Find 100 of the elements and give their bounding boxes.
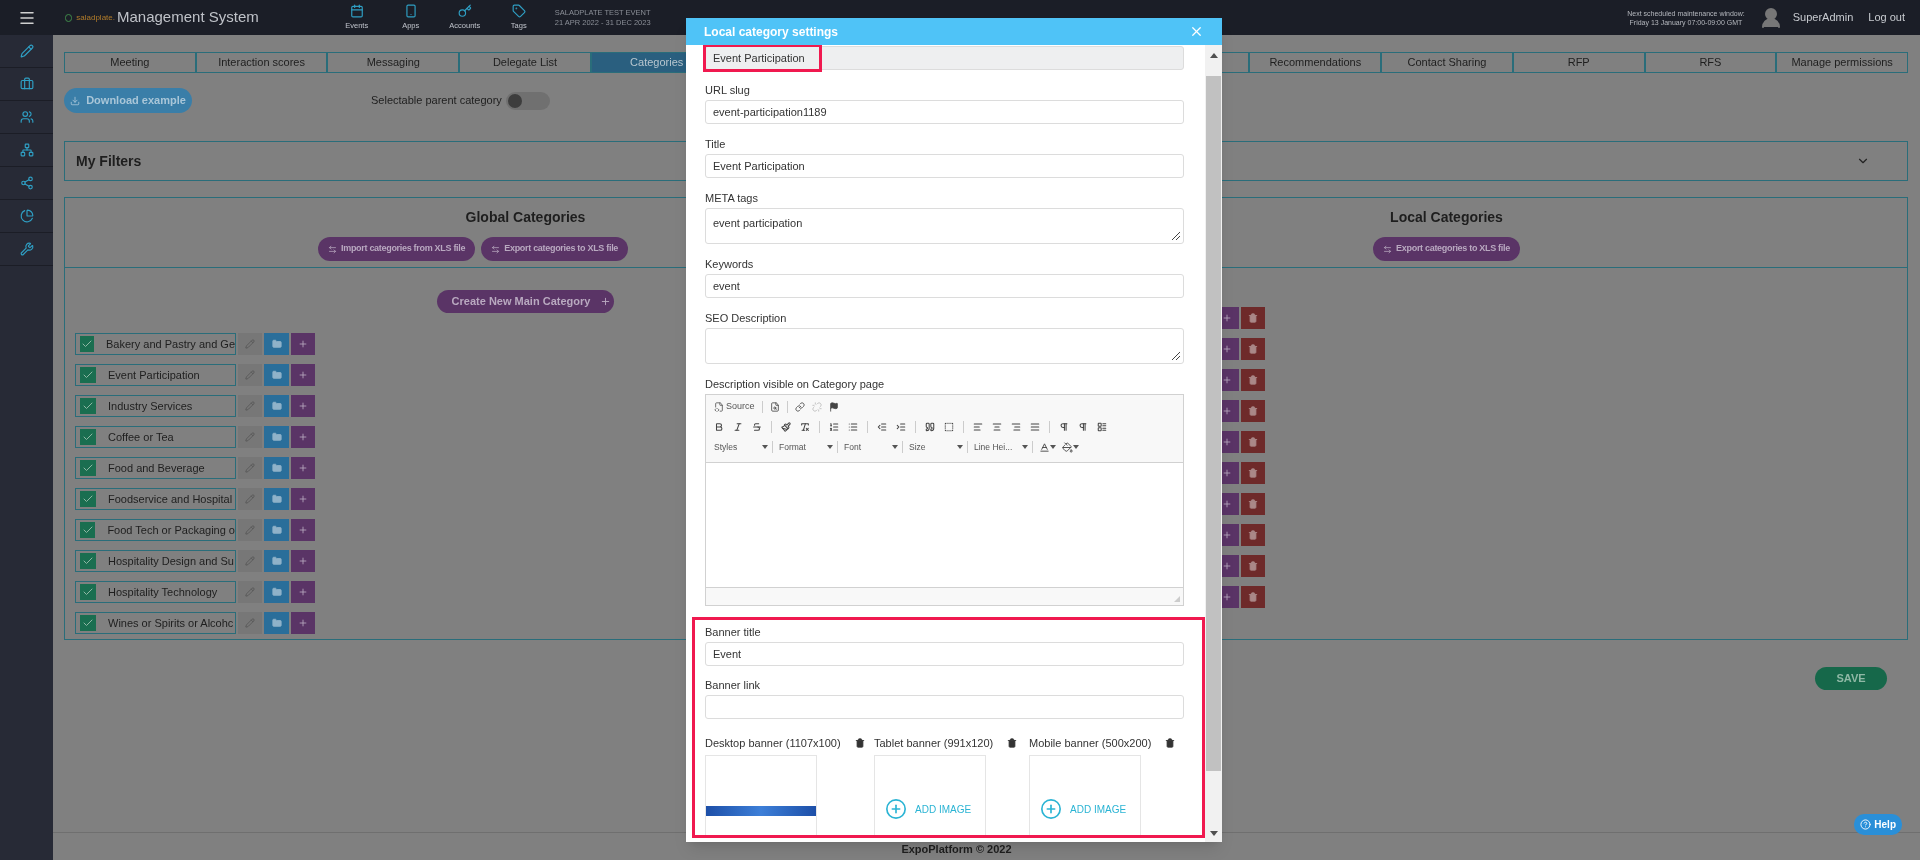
checkbox[interactable] [80, 553, 96, 569]
input-field[interactable]: Event [705, 642, 1184, 666]
input-field[interactable] [705, 695, 1184, 719]
checkbox[interactable] [80, 367, 96, 383]
add-image-button[interactable]: ADD IMAGE [1040, 798, 1140, 820]
download-button[interactable]: Download example [64, 88, 192, 113]
text-color-icon[interactable] [1039, 441, 1050, 453]
folder-button[interactable] [264, 612, 289, 634]
logout-link[interactable]: Log out [1868, 9, 1905, 26]
flag-icon[interactable] [828, 402, 839, 412]
pilcrow-icon[interactable] [1078, 422, 1088, 432]
tab[interactable]: RFP [1512, 52, 1645, 73]
category-item[interactable]: Coffee or Tea [75, 426, 236, 448]
add-image-button[interactable]: ADD IMAGE [885, 798, 985, 820]
folder-button[interactable] [264, 519, 289, 541]
checkbox[interactable] [80, 584, 96, 600]
align-right-icon[interactable] [1011, 422, 1021, 432]
checkbox[interactable] [80, 615, 96, 631]
folder-button[interactable] [264, 581, 289, 603]
link-icon[interactable] [794, 402, 805, 412]
checkbox[interactable] [80, 336, 94, 352]
tab[interactable]: RFS [1644, 52, 1777, 73]
category-item[interactable]: Hospitality Technology [75, 581, 236, 603]
action-button[interactable]: Export categories to XLS file [1373, 237, 1520, 261]
tab[interactable]: Contact Sharing [1381, 52, 1513, 73]
help-button[interactable]: Help [1854, 814, 1902, 835]
editor-dropdown[interactable]: Font [844, 440, 892, 454]
trash-icon[interactable] [1007, 738, 1018, 748]
folder-button[interactable] [264, 488, 289, 510]
image-slot[interactable]: ADD IMAGE [874, 755, 986, 835]
folder-button[interactable] [264, 550, 289, 572]
bullet-list-icon[interactable] [848, 422, 858, 432]
strikethrough-icon[interactable] [752, 422, 762, 432]
tab[interactable]: Delegate List [459, 52, 591, 73]
folder-button[interactable] [264, 426, 289, 448]
align-center-icon[interactable] [992, 422, 1002, 432]
indent-icon[interactable] [896, 422, 906, 432]
users-icon[interactable] [19, 110, 34, 124]
action-button[interactable]: Import categories from XLS file [318, 237, 476, 261]
input-field[interactable]: event [705, 274, 1184, 298]
editor-dropdown[interactable]: Format [779, 440, 827, 454]
input-field[interactable]: event participation [705, 208, 1184, 244]
category-item[interactable]: Event Participation [75, 364, 236, 386]
folder-button[interactable] [264, 395, 289, 417]
scroll-down-icon[interactable] [1209, 831, 1218, 836]
outdent-icon[interactable] [877, 422, 887, 432]
briefcase-icon[interactable] [19, 77, 34, 91]
trash-icon[interactable] [1165, 738, 1176, 748]
brush-icon[interactable] [781, 422, 791, 432]
wrench-icon[interactable] [19, 242, 34, 256]
input-field[interactable]: event-participation1189 [705, 100, 1184, 124]
tab[interactable]: Meeting [64, 52, 196, 73]
toggle-switch[interactable] [505, 91, 550, 110]
folder-button[interactable] [264, 457, 289, 479]
input-field[interactable]: Event Participation [705, 46, 1184, 70]
editor-dropdown[interactable]: Size [909, 440, 957, 454]
numbered-list-icon[interactable] [829, 422, 839, 432]
align-left-icon[interactable] [973, 422, 983, 432]
list-style-icon[interactable] [1097, 422, 1107, 432]
scrollbar[interactable] [1205, 45, 1222, 842]
pilcrow-icon[interactable] [1059, 422, 1069, 432]
pencil-icon[interactable] [19, 44, 34, 58]
background-color-icon[interactable] [1062, 441, 1073, 453]
tab[interactable]: Interaction scores [195, 52, 328, 73]
save-button[interactable]: SAVE [1815, 667, 1887, 690]
input-field[interactable]: Event Participation [705, 154, 1184, 178]
checkbox[interactable] [80, 491, 96, 507]
scroll-thumb[interactable] [1206, 76, 1221, 771]
clear-format-icon[interactable] [800, 422, 810, 432]
preview-icon[interactable] [769, 402, 780, 412]
align-justify-icon[interactable] [1030, 422, 1040, 432]
input-field[interactable] [705, 328, 1184, 364]
trash-icon[interactable] [854, 738, 865, 748]
image-slot[interactable] [705, 755, 817, 835]
scroll-up-icon[interactable] [1209, 53, 1218, 58]
category-item[interactable]: Foodservice and Hospital [75, 488, 236, 510]
quote-icon[interactable] [925, 422, 935, 432]
category-item[interactable]: Industry Services [75, 395, 236, 417]
create-category-button[interactable]: Create New Main Category [436, 290, 615, 313]
image-slot[interactable]: ADD IMAGE [1029, 755, 1141, 835]
tab[interactable]: Recommendations [1249, 52, 1382, 73]
checkbox[interactable] [80, 398, 96, 414]
folder-button[interactable] [264, 333, 289, 355]
share-icon[interactable] [19, 176, 34, 190]
category-item[interactable]: Bakery and Pastry and Ge [75, 333, 236, 355]
checkbox[interactable] [80, 522, 96, 538]
close-icon[interactable] [1189, 24, 1204, 39]
tab[interactable]: Manage permissions [1776, 52, 1908, 73]
category-item[interactable]: Wines or Spirits or Alcohc [75, 612, 236, 634]
rich-text-editor[interactable]: Source Styles Format Font Size Line Hei... [705, 394, 1184, 606]
source-button[interactable]: Source [714, 400, 755, 414]
div-icon[interactable] [944, 422, 954, 432]
category-item[interactable]: Hospitality Design and Su [75, 550, 236, 572]
italic-icon[interactable] [733, 422, 743, 432]
action-button[interactable]: Export categories to XLS file [481, 237, 629, 261]
editor-dropdown[interactable]: Line Hei... [974, 440, 1022, 454]
network-icon[interactable] [19, 143, 34, 157]
bold-icon[interactable] [714, 422, 724, 432]
folder-button[interactable] [264, 364, 289, 386]
category-item[interactable]: Food and Beverage [75, 457, 236, 479]
